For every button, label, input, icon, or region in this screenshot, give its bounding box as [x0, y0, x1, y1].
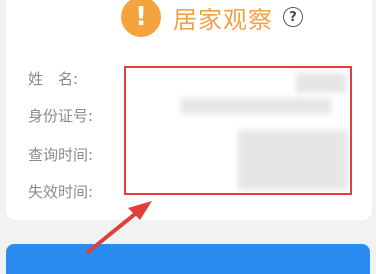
expiry-time-label: 失效时间: — [28, 183, 94, 201]
exclamation-icon: ! — [121, 0, 161, 37]
status-header: ! 居家观察 ? — [121, 0, 303, 37]
name-label: 姓 名: — [28, 70, 79, 88]
action-button[interactable] — [6, 244, 370, 274]
redaction-blur — [296, 73, 346, 93]
query-time-label: 查询时间: — [28, 146, 94, 164]
redaction-blur — [238, 130, 348, 190]
help-icon[interactable]: ? — [283, 7, 303, 27]
redaction-blur — [181, 98, 331, 114]
redacted-info-box — [124, 66, 352, 195]
status-title: 居家观察 — [173, 5, 273, 34]
id-number-label: 身份证号: — [28, 107, 94, 125]
